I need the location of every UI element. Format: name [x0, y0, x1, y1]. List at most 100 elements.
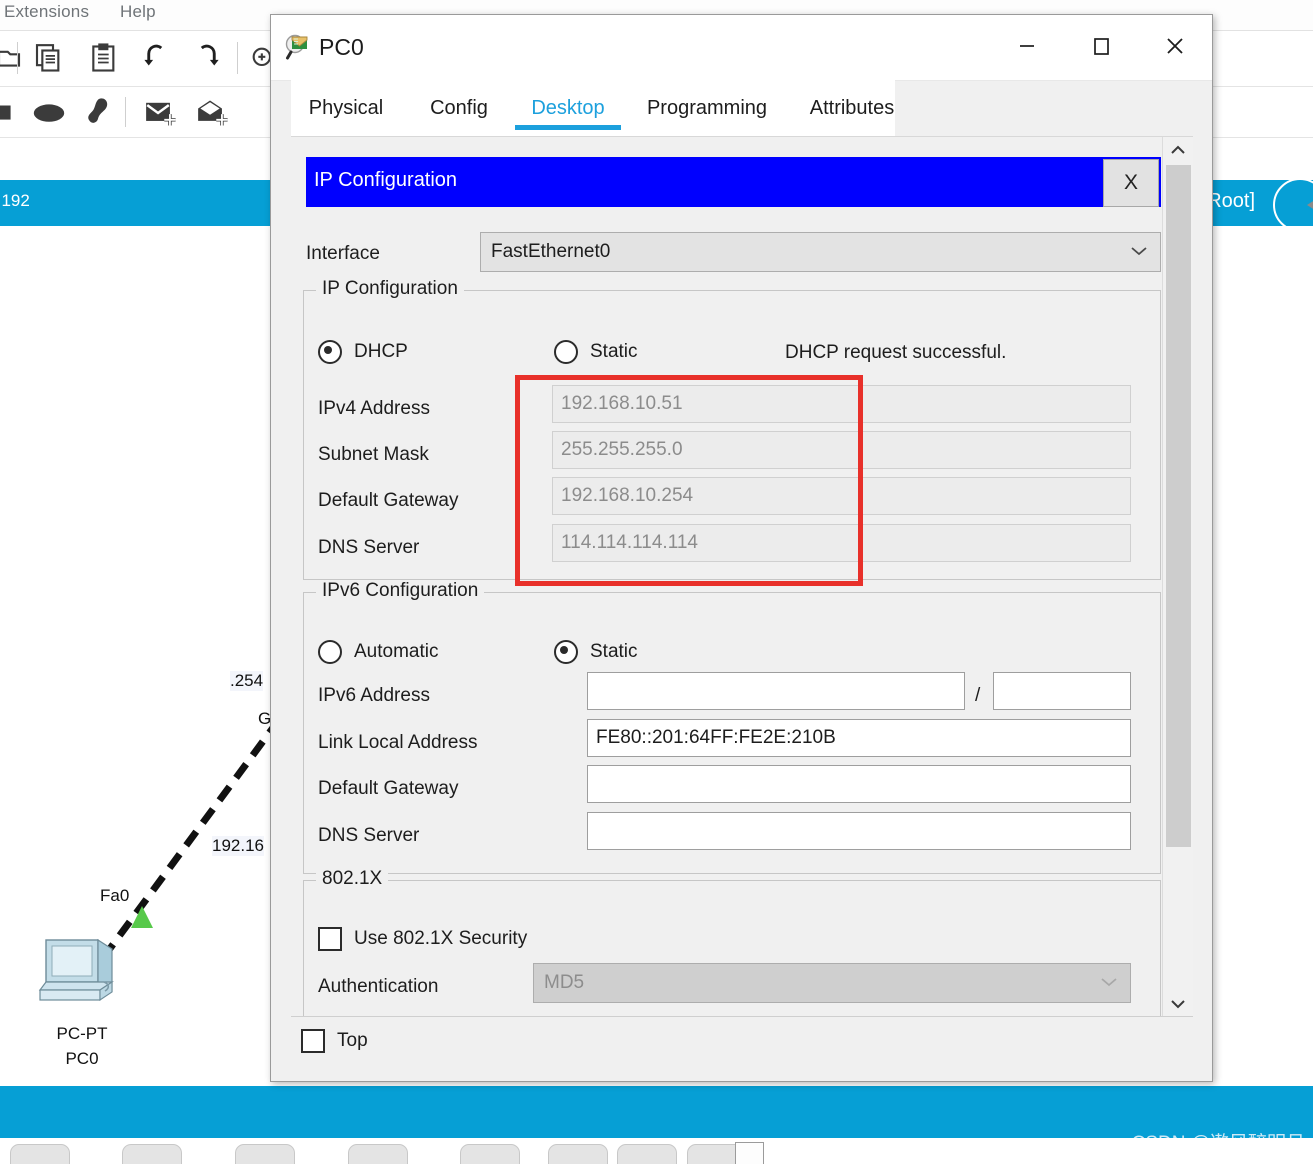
link-status-indicator-icon — [131, 906, 153, 928]
ipv6-address-label: IPv6 Address — [318, 685, 430, 707]
ipv4-address-label: IPv4 Address — [318, 398, 430, 420]
root-nav-circle[interactable] — [1273, 178, 1313, 232]
radio-indicator-icon — [554, 340, 578, 364]
ipv6-group-title: IPv6 Configuration — [316, 580, 484, 602]
paste-icon[interactable] — [88, 42, 120, 80]
maximize-icon — [1090, 35, 1112, 57]
dialog-tab-bar: Physical Config Desktop Programming Attr… — [291, 80, 895, 136]
device-inspect-icon — [285, 33, 315, 63]
ipv6-dns-input[interactable] — [587, 812, 1131, 850]
ipv6-prefix-input[interactable] — [993, 672, 1131, 710]
tab-label: Config — [430, 97, 488, 120]
ipv6-gateway-input[interactable] — [587, 765, 1131, 803]
subnet-mask-input[interactable]: 255.255.255.0 — [552, 431, 1131, 469]
close-button[interactable] — [1138, 15, 1212, 77]
scroll-up-button[interactable] — [1163, 137, 1193, 163]
ipv6-automatic-radio[interactable]: Automatic — [318, 640, 438, 664]
chevron-up-icon — [1170, 145, 1186, 155]
top-checkbox[interactable]: Top — [301, 1029, 368, 1053]
tab-physical[interactable]: Physical — [291, 80, 401, 136]
rectangle-shape-icon[interactable] — [0, 99, 16, 130]
screenshot-root: Extensions Help — [0, 0, 1313, 1164]
use-dot1x-security-checkbox[interactable]: Use 802.1X Security — [318, 927, 527, 951]
ipv4-dhcp-radio[interactable]: DHCP — [318, 340, 408, 364]
interface-select-value: FastEthernet0 — [491, 241, 610, 263]
dialog-footer: Top — [291, 1016, 1193, 1069]
use-dot1x-security-label: Use 802.1X Security — [354, 928, 527, 950]
ipv4-static-radio[interactable]: Static — [554, 340, 638, 364]
palette-item[interactable] — [348, 1144, 408, 1164]
top-checkbox-label: Top — [337, 1030, 368, 1052]
minimize-button[interactable] — [990, 15, 1064, 77]
ellipse-shape-icon[interactable] — [30, 99, 68, 130]
subnet-mask-label: Subnet Mask — [318, 444, 429, 466]
link-gateway-label: .254 — [230, 671, 263, 691]
link-ip-label: 192.16 — [212, 836, 264, 856]
radio-indicator-icon — [318, 340, 342, 364]
ipv6-prefix-separator: / — [975, 685, 980, 707]
dialog-title: PC0 — [319, 34, 364, 61]
freeform-shape-icon[interactable] — [84, 95, 112, 134]
tab-programming[interactable]: Programming — [631, 80, 783, 136]
ipv4-gateway-input[interactable]: 192.168.10.254 — [552, 477, 1131, 515]
maximize-button[interactable] — [1064, 15, 1138, 77]
toolbar-separator-3 — [125, 97, 126, 127]
radio-indicator-icon — [554, 640, 578, 664]
active-tab-underline — [515, 125, 621, 130]
chevron-down-icon — [1130, 241, 1148, 263]
menu-item-extensions[interactable]: Extensions — [4, 2, 89, 22]
ipv6-static-radio[interactable]: Static — [554, 640, 638, 664]
checkbox-indicator-icon — [301, 1029, 325, 1053]
palette-item[interactable] — [617, 1144, 677, 1164]
scrollbar-thumb[interactable] — [1166, 165, 1191, 847]
toolbar-separator-2 — [237, 42, 238, 74]
undo-icon[interactable] — [140, 43, 170, 78]
add-simple-pdu-icon[interactable] — [145, 99, 179, 132]
ipv4-group-title: IP Configuration — [316, 278, 464, 300]
tab-config[interactable]: Config — [413, 80, 505, 136]
tab-attributes[interactable]: Attributes — [791, 80, 913, 136]
palette-item[interactable] — [122, 1144, 182, 1164]
palette-scroll-box[interactable] — [735, 1142, 764, 1164]
dialog-title-bar[interactable]: PC0 — [271, 15, 1212, 81]
tab-label: Programming — [647, 97, 767, 120]
ipv4-dhcp-label: DHCP — [354, 341, 408, 363]
ipv4-gateway-value: 192.168.10.254 — [561, 485, 693, 507]
interface-label: Interface — [306, 243, 380, 265]
copy-icon[interactable] — [33, 42, 65, 80]
palette-item[interactable] — [235, 1144, 295, 1164]
ipv4-gateway-label: Default Gateway — [318, 490, 458, 512]
pc-device-icon[interactable] — [38, 936, 128, 1021]
chevron-down-icon — [1100, 972, 1118, 994]
link-local-address-input[interactable]: FE80::201:64FF:FE2E:210B — [587, 719, 1131, 757]
tab-label: Physical — [309, 97, 383, 120]
link-local-address-value: FE80::201:64FF:FE2E:210B — [596, 727, 836, 749]
scroll-down-button[interactable] — [1163, 991, 1193, 1017]
palette-item[interactable] — [460, 1144, 520, 1164]
palette-item[interactable] — [548, 1144, 608, 1164]
authentication-label: Authentication — [318, 976, 438, 998]
ipv6-address-input[interactable] — [587, 672, 965, 710]
ip-config-header-bar: IP Configuration X — [306, 157, 1161, 207]
panel-scrollbar[interactable] — [1162, 137, 1193, 1017]
open-icon[interactable] — [0, 43, 24, 78]
authentication-select[interactable]: MD5 — [533, 963, 1131, 1003]
ipv6-automatic-label: Automatic — [354, 641, 438, 663]
checkbox-indicator-icon — [318, 927, 342, 951]
tab-desktop[interactable]: Desktop — [513, 80, 623, 136]
radio-indicator-icon — [318, 640, 342, 664]
add-complex-pdu-icon[interactable] — [197, 99, 231, 132]
ip-config-close-button[interactable]: X — [1103, 159, 1159, 207]
menu-item-help[interactable]: Help — [120, 2, 156, 22]
ipv6-static-label: Static — [590, 641, 638, 663]
link-local-address-label: Link Local Address — [318, 732, 478, 754]
root-nav-arrow-icon — [1307, 196, 1313, 214]
ipv6-dns-label: DNS Server — [318, 825, 419, 847]
interface-select[interactable]: FastEthernet0 — [480, 232, 1161, 272]
ipv4-address-input[interactable]: 192.168.10.51 — [552, 385, 1131, 423]
palette-item[interactable] — [10, 1144, 70, 1164]
ip-configuration-panel: IP Configuration X Interface FastEtherne… — [291, 137, 1161, 1017]
redo-icon[interactable] — [193, 43, 223, 78]
ipv4-dns-input[interactable]: 114.114.114.114 — [552, 524, 1131, 562]
ipv4-address-value: 192.168.10.51 — [561, 393, 683, 415]
